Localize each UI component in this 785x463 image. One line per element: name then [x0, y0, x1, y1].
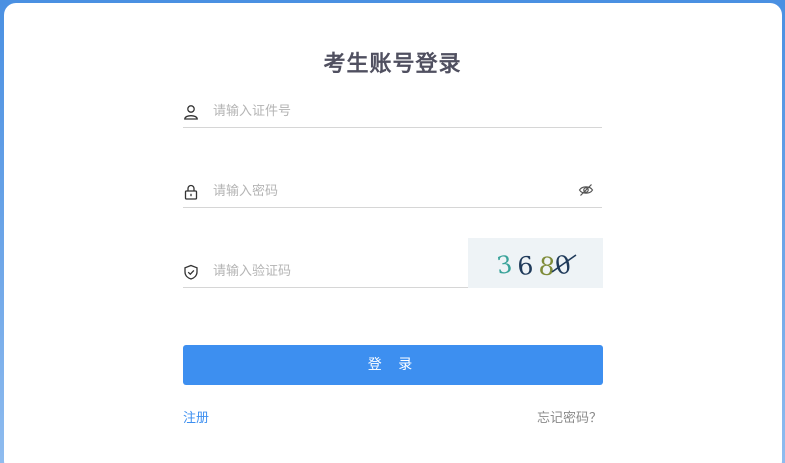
shield-check-icon [184, 264, 198, 280]
register-link[interactable]: 注册 [183, 407, 209, 426]
login-button[interactable]: 登 录 [183, 345, 603, 385]
page-title: 考生账号登录 [323, 52, 462, 77]
username-input[interactable]: 请输入证件号 [213, 100, 291, 119]
password-field[interactable]: 请输入密码 [183, 173, 602, 208]
password-input[interactable]: 请输入密码 [213, 180, 278, 199]
eye-off-icon[interactable] [578, 182, 594, 198]
captcha-digit-2: 6 [516, 251, 534, 281]
captcha-graphic: 3 6 8 0 [495, 249, 577, 282]
captcha-image[interactable]: 3 6 8 0 [468, 238, 603, 288]
forgot-password-link[interactable]: 忘记密码？ [537, 407, 602, 426]
captcha-digit-1: 3 [495, 250, 514, 280]
captcha-field[interactable]: 请输入验证码 [183, 253, 468, 288]
user-icon [184, 105, 198, 120]
username-field[interactable]: 请输入证件号 [183, 93, 602, 128]
lock-icon [184, 184, 198, 200]
captcha-input[interactable]: 请输入验证码 [213, 260, 291, 279]
